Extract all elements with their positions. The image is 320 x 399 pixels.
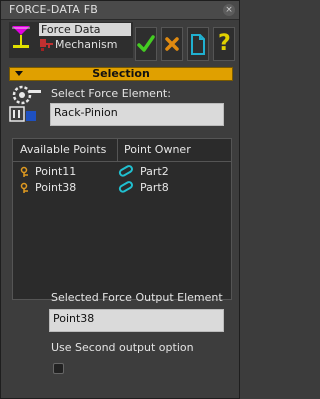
x-icon <box>165 37 179 51</box>
second-output-label: Use Second output option <box>51 341 194 354</box>
tree-item-force-data[interactable]: Force Data <box>39 23 131 36</box>
table-row[interactable]: Point11 Part2 <box>13 164 231 180</box>
force-element-field[interactable]: Rack-Pinion <box>50 103 224 126</box>
part-icon <box>118 181 133 193</box>
cancel-button[interactable] <box>161 27 183 61</box>
close-icon[interactable]: × <box>223 4 235 16</box>
table-row[interactable]: Point38 Part8 <box>13 180 231 196</box>
tree-panel: Force Data Mechanism <box>9 22 133 58</box>
accept-button[interactable] <box>135 27 157 61</box>
select-force-label: Select Force Element: <box>51 87 171 100</box>
output-element-field[interactable]: Point38 <box>49 309 224 332</box>
column-divider <box>117 139 118 161</box>
mechanism-icon <box>40 39 53 51</box>
point-owner: Part2 <box>140 165 169 178</box>
title-bar[interactable]: FORCE-DATA FB × <box>1 1 239 20</box>
rack-pinion-icon <box>9 85 41 122</box>
document-icon <box>191 34 205 55</box>
force-data-icon <box>12 26 30 48</box>
section-header-selection[interactable]: Selection <box>9 67 233 81</box>
point-owner: Part8 <box>140 181 169 194</box>
points-table: Available Points Point Owner Point11 Par… <box>12 138 232 300</box>
help-label: ? <box>218 31 231 56</box>
point-icon <box>20 166 28 177</box>
new-document-button[interactable] <box>187 27 209 61</box>
column-header-point-owner[interactable]: Point Owner <box>124 143 191 156</box>
help-button[interactable]: ? <box>213 27 235 61</box>
part-icon <box>118 165 133 177</box>
point-name: Point11 <box>35 165 77 178</box>
section-label: Selection <box>92 67 150 80</box>
point-name: Point38 <box>35 181 77 194</box>
window-title: FORCE-DATA FB <box>9 3 98 16</box>
check-icon <box>137 35 155 52</box>
tree-item-mechanism[interactable]: Mechanism <box>55 38 118 51</box>
force-data-window: FORCE-DATA FB × Force Data Mechanism ? S… <box>0 0 240 399</box>
output-element-label: Selected Force Output Element <box>51 291 223 304</box>
second-output-checkbox[interactable] <box>53 363 64 374</box>
column-header-available-points[interactable]: Available Points <box>20 143 106 156</box>
point-icon <box>20 182 28 193</box>
table-header: Available Points Point Owner <box>13 139 231 162</box>
